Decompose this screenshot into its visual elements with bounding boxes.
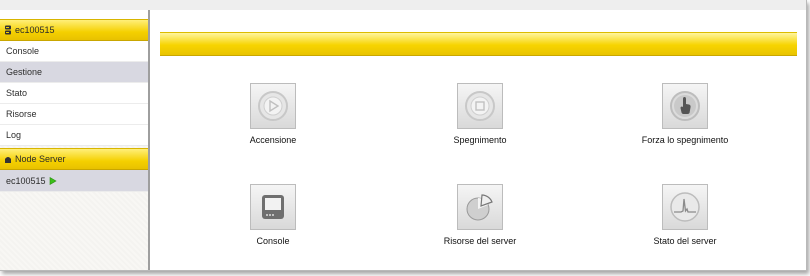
power-off-icon	[465, 91, 495, 121]
power-on-icon	[258, 91, 288, 121]
sidebar-item-label: Gestione	[6, 67, 43, 77]
sidebar-item-console[interactable]: Console	[0, 41, 148, 62]
sidebar-item-label: Stato	[6, 88, 28, 98]
main-panel: Accensione Spegnimento Forza lo spegnime…	[150, 10, 806, 270]
sidebar: ec100515 Console Gestione Stato Risorse …	[0, 10, 148, 270]
tile-risorse-server[interactable]: Risorse del server	[410, 184, 550, 264]
console-monitor-icon	[262, 195, 284, 219]
sidebar-item-label: Console	[6, 46, 40, 56]
tile-spegnimento[interactable]: Spegnimento	[410, 83, 550, 163]
host-header[interactable]: ec100515	[0, 19, 148, 41]
tile-label: Spegnimento	[453, 135, 507, 145]
sidebar-item-log[interactable]: Log	[0, 125, 148, 146]
sidebar-item-node[interactable]: ec100515	[0, 170, 148, 192]
status-graph-icon	[670, 192, 700, 222]
sidebar-item-gestione[interactable]: Gestione	[0, 62, 148, 83]
app-window: ec100515 Console Gestione Stato Risorse …	[0, 0, 807, 271]
force-off-hand-icon	[670, 91, 700, 121]
tile-label: Stato del server	[653, 236, 717, 246]
node-server-header[interactable]: Node Server	[0, 148, 148, 170]
sidebar-item-label: Log	[6, 130, 22, 140]
sidebar-item-risorse[interactable]: Risorse	[0, 104, 148, 125]
tile-stato-server[interactable]: Stato del server	[615, 184, 755, 264]
node-item-label: ec100515	[6, 175, 46, 186]
sidebar-item-label: Risorse	[6, 109, 37, 119]
tile-forza-spegnimento[interactable]: Forza lo spegnimento	[615, 83, 755, 163]
main-header-bar	[160, 32, 797, 56]
host-header-label: ec100515	[15, 25, 55, 35]
node-header-label: Node Server	[15, 154, 66, 164]
tile-label: Accensione	[249, 135, 297, 145]
tile-label: Risorse del server	[443, 236, 517, 246]
play-icon	[49, 176, 57, 185]
node-icon	[5, 157, 11, 163]
tile-console[interactable]: Console	[203, 184, 343, 264]
tile-accensione[interactable]: Accensione	[203, 83, 343, 163]
server-icon	[5, 25, 11, 35]
tile-label: Forza lo spegnimento	[641, 135, 729, 145]
tile-label: Console	[256, 236, 290, 246]
resources-pie-icon	[466, 194, 493, 221]
sidebar-item-stato[interactable]: Stato	[0, 83, 148, 104]
